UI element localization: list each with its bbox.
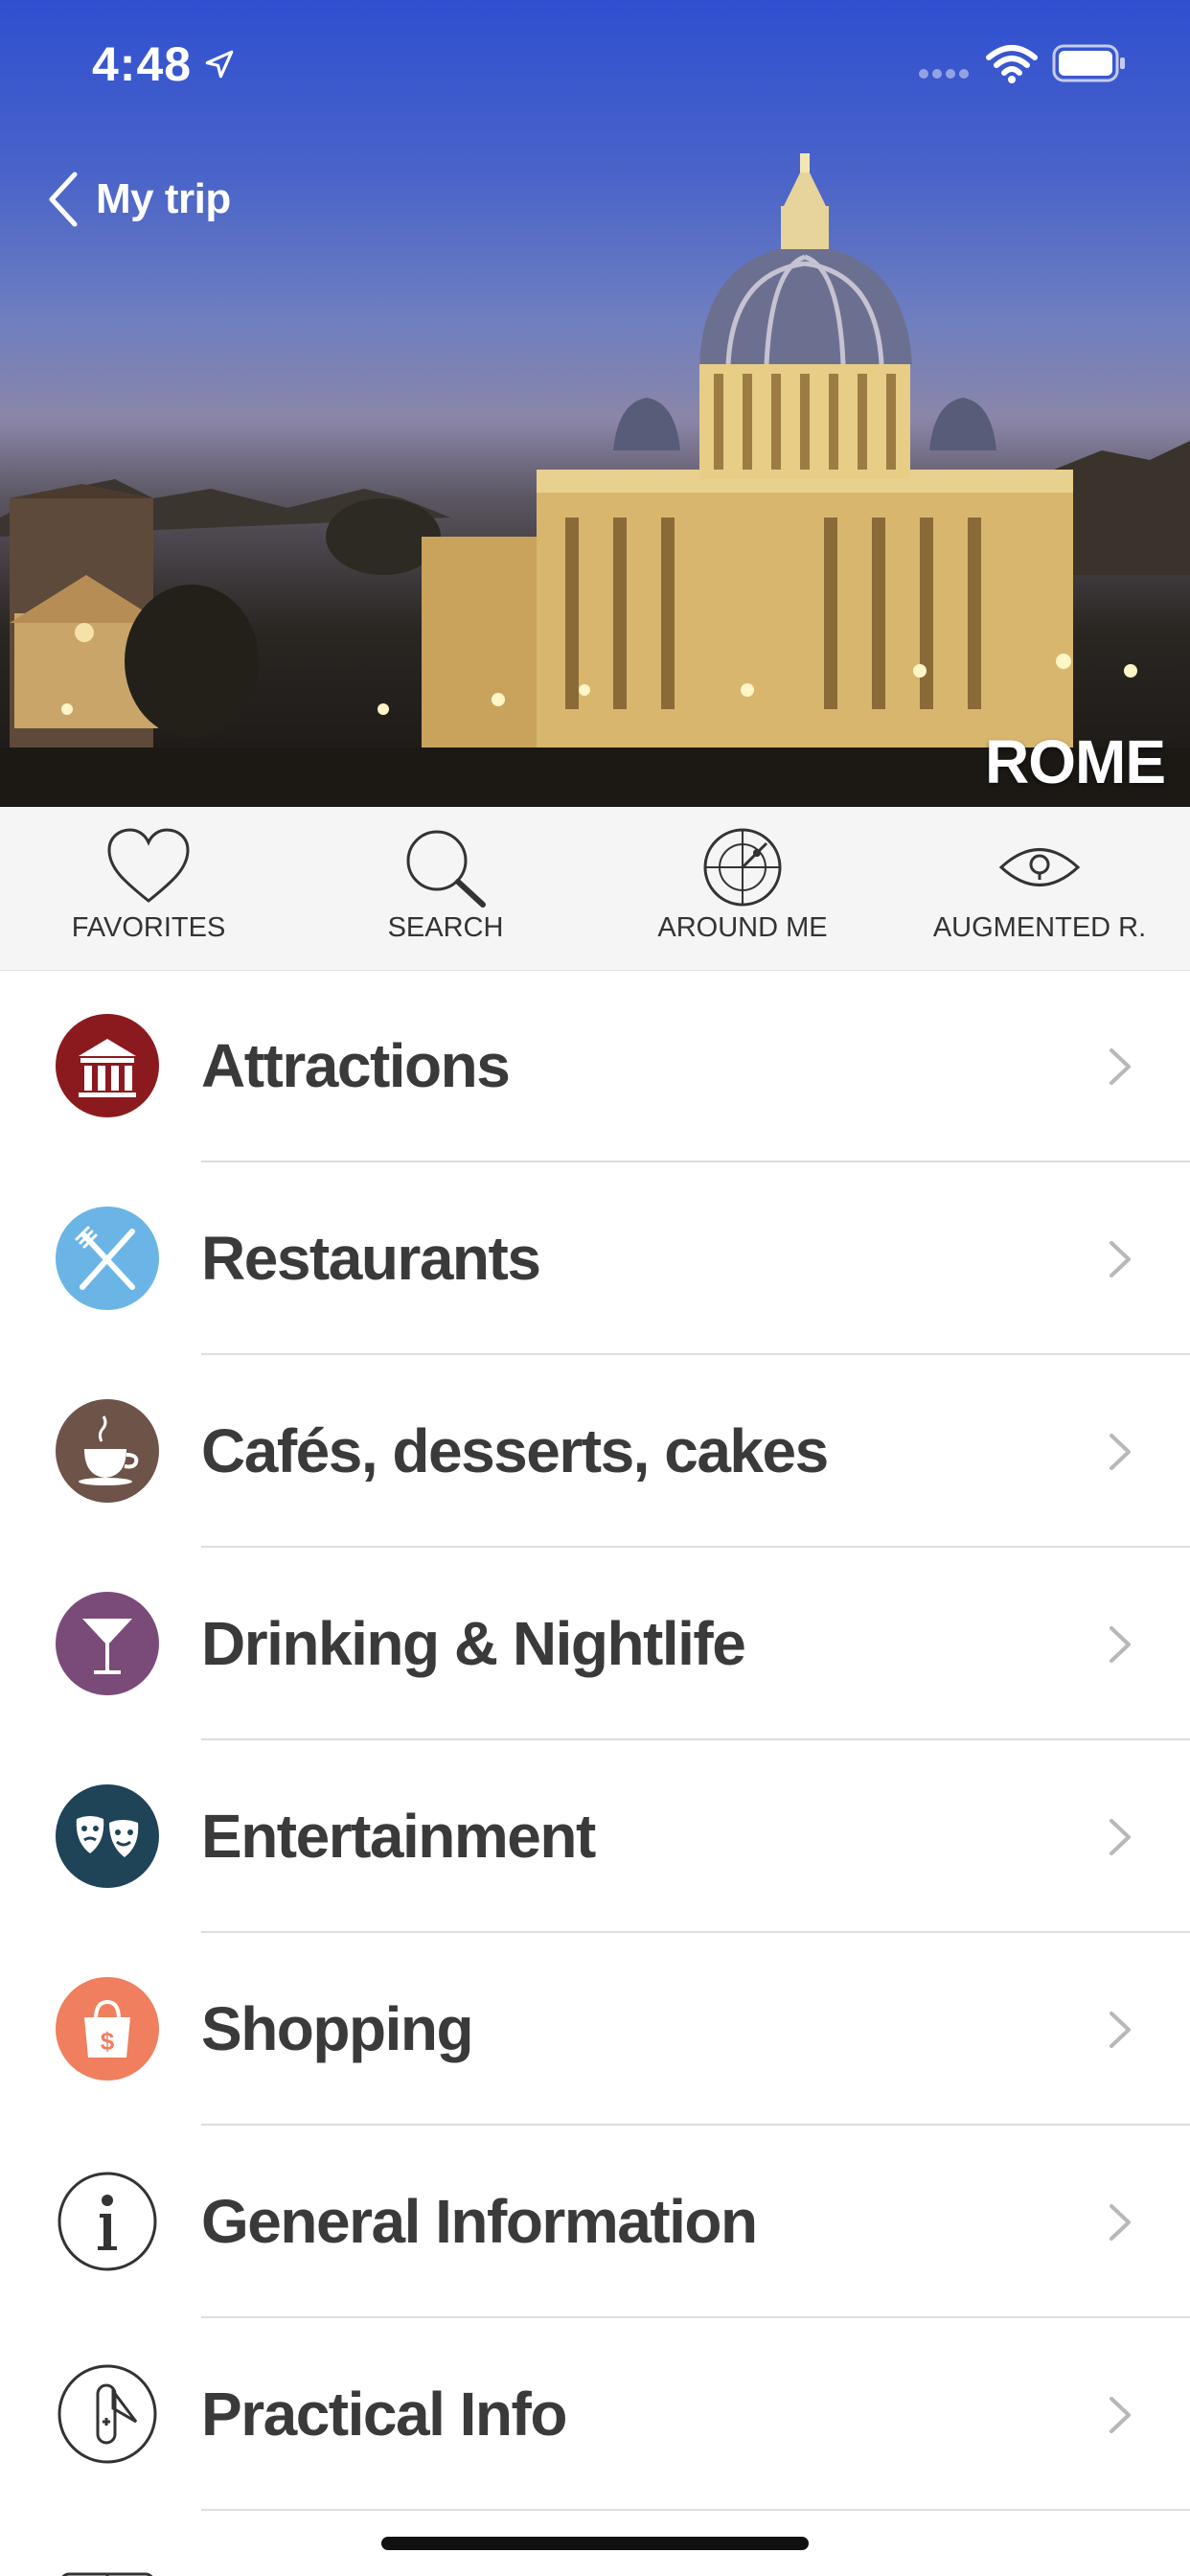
category-label: Shopping bbox=[201, 1994, 474, 2063]
heart-icon bbox=[107, 828, 190, 903]
search-button[interactable]: SEARCH bbox=[297, 807, 594, 970]
info-icon bbox=[57, 2172, 157, 2271]
city-title: ROME bbox=[985, 727, 1166, 796]
augmented-reality-label: AUGMENTED R. bbox=[932, 912, 1147, 943]
back-button[interactable]: My trip bbox=[46, 161, 231, 238]
battery-icon bbox=[1052, 44, 1125, 82]
favorites-button[interactable]: FAVORITES bbox=[0, 807, 297, 970]
category-label: Attractions bbox=[201, 1031, 511, 1100]
chevron-right-icon bbox=[1110, 2204, 1131, 2241]
category-row-entertainment[interactable]: Entertainment bbox=[0, 1740, 1190, 1933]
radar-icon bbox=[703, 828, 782, 907]
chevron-right-icon bbox=[1110, 1434, 1131, 1470]
category-label: General Information bbox=[201, 2187, 758, 2256]
chevron-right-icon bbox=[1110, 2397, 1131, 2433]
museum-icon bbox=[56, 1014, 159, 1117]
fork-knife-icon bbox=[56, 1207, 159, 1310]
around-me-label: AROUND ME bbox=[657, 912, 828, 943]
favorites-label: FAVORITES bbox=[71, 912, 226, 943]
chevron-right-icon bbox=[1110, 2012, 1131, 2048]
augmented-reality-button[interactable]: AUGMENTED R. bbox=[891, 807, 1188, 970]
theater-masks-icon bbox=[56, 1784, 159, 1888]
city-hero-image: 4:48 My trip ROME bbox=[0, 0, 1190, 807]
pocket-knife-icon bbox=[57, 2364, 157, 2464]
home-indicator[interactable] bbox=[381, 2537, 809, 2550]
status-bar: 4:48 bbox=[0, 0, 1190, 126]
chevron-right-icon bbox=[1110, 1048, 1131, 1085]
shopping-bag-icon: $ bbox=[56, 1977, 159, 2081]
category-label: Drinking & Nightlife bbox=[201, 1609, 746, 1678]
cellular-signal-icon bbox=[919, 69, 969, 79]
coffee-cup-icon bbox=[56, 1399, 159, 1503]
cocktail-icon bbox=[56, 1592, 159, 1695]
category-row-cafes[interactable]: Cafés, desserts, cakes bbox=[0, 1355, 1190, 1548]
app-screen: 4:48 My trip ROME FAVORITES SEARCH AROUN… bbox=[0, 0, 1190, 2576]
category-label: Practical Info bbox=[201, 2380, 567, 2449]
svg-text:$: $ bbox=[101, 2027, 115, 2056]
category-row-shopping[interactable]: $ Shopping bbox=[0, 1933, 1190, 2126]
eye-icon bbox=[998, 848, 1081, 886]
chevron-right-icon bbox=[1110, 1819, 1131, 1855]
category-label: Restaurants bbox=[201, 1224, 541, 1293]
wifi-icon bbox=[986, 45, 1038, 83]
search-label: SEARCH bbox=[387, 912, 504, 943]
category-row-drinking-nightlife[interactable]: Drinking & Nightlife bbox=[0, 1548, 1190, 1740]
currency-exchange-icon bbox=[61, 2572, 153, 2576]
chevron-right-icon bbox=[1110, 1241, 1131, 1277]
search-icon bbox=[406, 830, 486, 908]
category-row-general-information[interactable]: General Information bbox=[0, 2126, 1190, 2318]
back-button-label: My trip bbox=[96, 175, 231, 222]
status-time: 4:48 bbox=[92, 37, 193, 91]
category-row-practical-info[interactable]: Practical Info bbox=[0, 2318, 1190, 2511]
category-label: Cafés, desserts, cakes bbox=[201, 1416, 829, 1485]
location-arrow-icon bbox=[205, 50, 234, 79]
category-label: Entertainment bbox=[201, 1802, 596, 1871]
chevron-right-icon bbox=[1110, 1626, 1131, 1663]
around-me-button[interactable]: AROUND ME bbox=[594, 807, 891, 970]
category-row-restaurants[interactable]: Restaurants bbox=[0, 1162, 1190, 1355]
category-row-attractions[interactable]: Attractions bbox=[0, 970, 1190, 1162]
quick-actions-toolbar: FAVORITES SEARCH AROUND ME AUGMENTED R. bbox=[0, 807, 1190, 971]
chevron-left-icon bbox=[49, 172, 78, 227]
